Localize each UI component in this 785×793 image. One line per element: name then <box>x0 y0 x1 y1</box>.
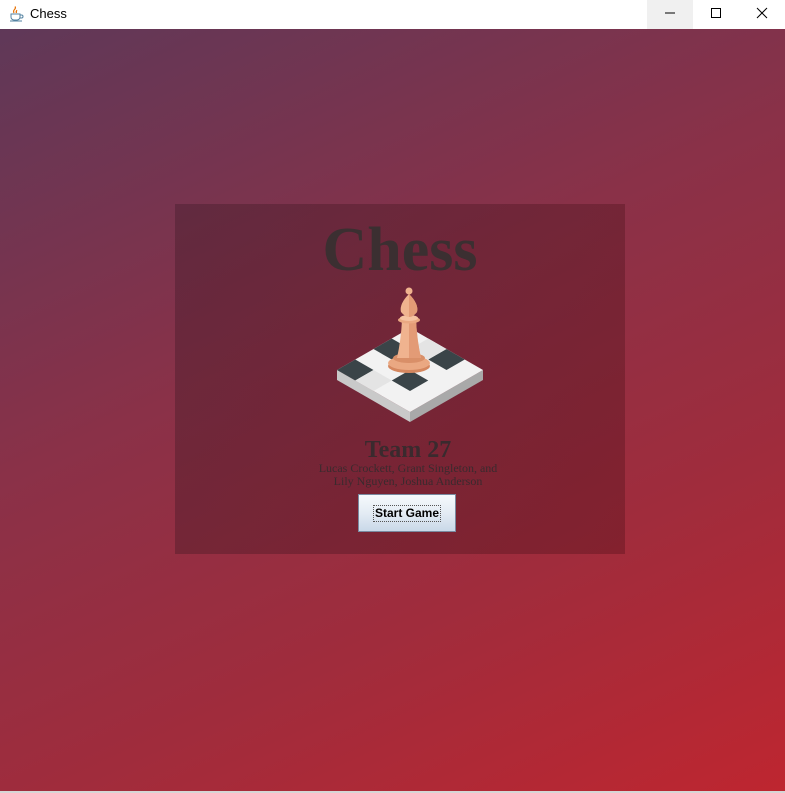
window-title: Chess <box>30 6 67 21</box>
menu-panel: Chess Team 27 Lucas Crockett, Grant Sing… <box>175 204 625 554</box>
minimize-button[interactable] <box>647 0 693 29</box>
chess-bishop-on-board-icon <box>335 284 485 424</box>
team-members: Lucas Crockett, Grant Singleton, and Lil… <box>285 462 531 488</box>
game-title: Chess <box>322 216 478 284</box>
start-game-label: Start Game <box>372 504 442 522</box>
chess-window: Chess Chess Team 27 Lucas Crockett, Gran… <box>0 0 785 793</box>
title-bar[interactable]: Chess <box>0 0 785 29</box>
team-name: Team 27 <box>364 437 452 463</box>
close-button[interactable] <box>739 0 785 29</box>
close-icon <box>756 6 768 24</box>
maximize-icon <box>710 6 722 24</box>
java-cup-icon <box>8 6 24 22</box>
maximize-button[interactable] <box>693 0 739 29</box>
start-game-button[interactable]: Start Game <box>358 494 456 532</box>
client-area: Chess Team 27 Lucas Crockett, Grant Sing… <box>0 29 785 791</box>
minimize-icon <box>664 6 676 24</box>
members-line-2: Lily Nguyen, Joshua Anderson <box>333 474 483 488</box>
